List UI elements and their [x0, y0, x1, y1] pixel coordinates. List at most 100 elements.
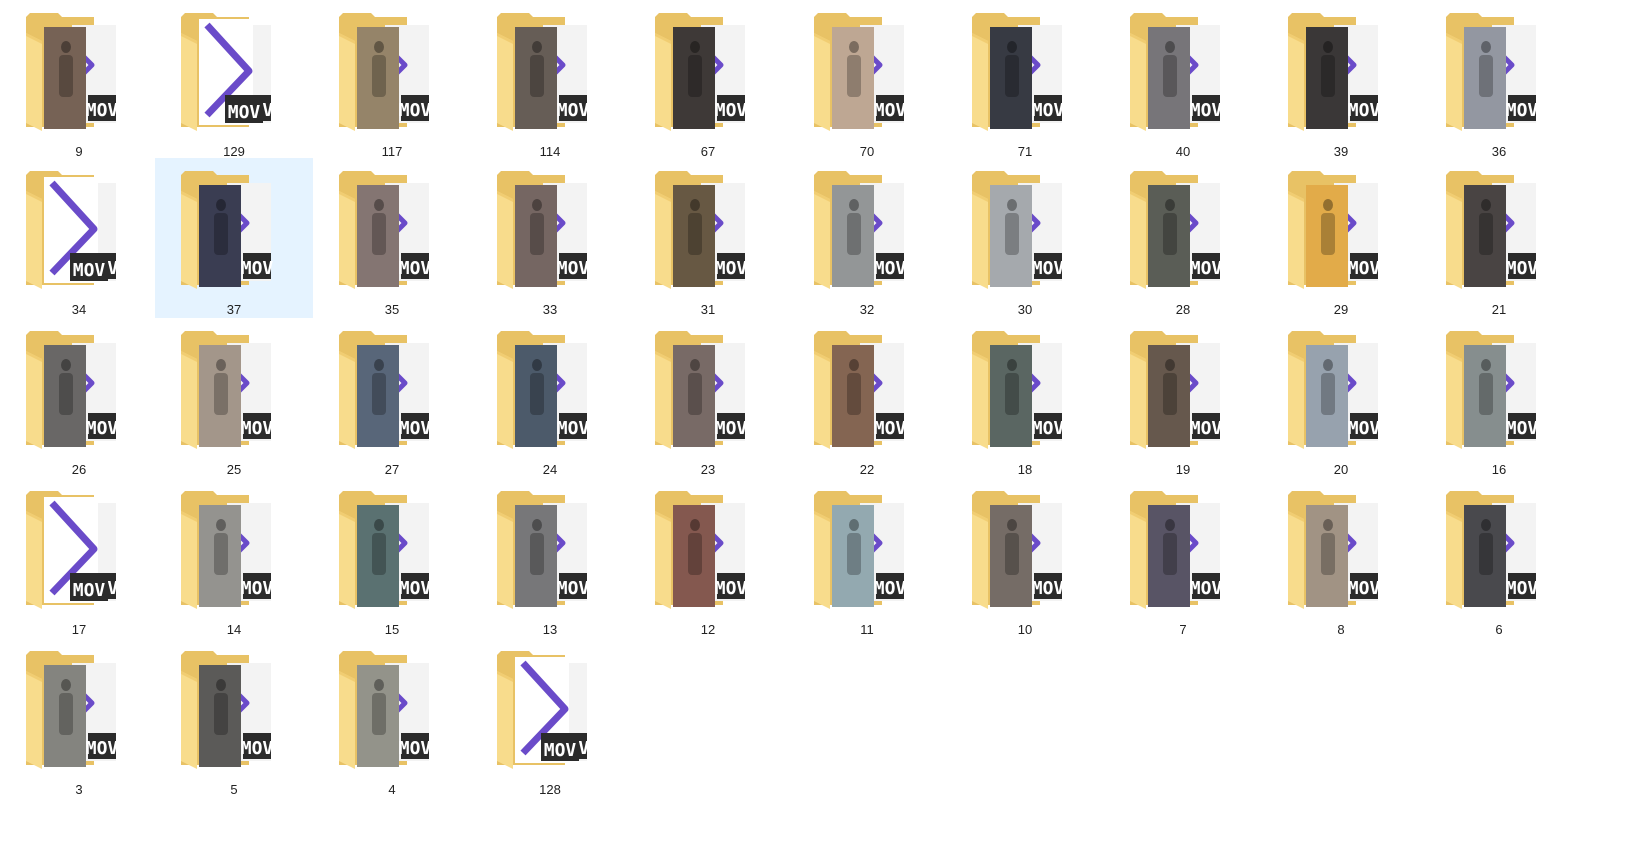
- folder-icon: MOV: [1128, 11, 1228, 131]
- svg-text:MOV: MOV: [399, 418, 432, 439]
- folder-item[interactable]: MOV 27: [313, 318, 471, 478]
- folder-icon: MOVMOV: [24, 489, 124, 609]
- folder-name: 33: [542, 302, 558, 317]
- folder-item[interactable]: MOV 19: [1104, 318, 1262, 478]
- video-thumbnail: [199, 185, 241, 287]
- folder-icon: MOV: [495, 169, 595, 289]
- folder-item[interactable]: MOV 30: [946, 158, 1104, 318]
- svg-text:MOV: MOV: [241, 738, 274, 759]
- folder-item[interactable]: MOV 18: [946, 318, 1104, 478]
- folder-name: 13: [542, 622, 558, 637]
- svg-text:MOV: MOV: [1348, 258, 1381, 279]
- folder-item[interactable]: MOV 29: [1262, 158, 1420, 318]
- folder-icon: MOV: [495, 489, 595, 609]
- mov-badge: MOV: [1190, 413, 1222, 439]
- svg-text:MOV: MOV: [715, 258, 748, 279]
- svg-text:MOV: MOV: [1506, 100, 1539, 121]
- folder-item[interactable]: MOV 35: [313, 158, 471, 318]
- folder-item[interactable]: MOV 114: [471, 0, 629, 160]
- folder-item[interactable]: MOV 117: [313, 0, 471, 160]
- svg-text:MOV: MOV: [715, 418, 748, 439]
- video-thumbnail: [832, 27, 874, 129]
- svg-text:MOV: MOV: [557, 578, 590, 599]
- folder-item[interactable]: MOV 13: [471, 478, 629, 638]
- folder-icon: MOV: [1444, 489, 1544, 609]
- folder-icon: MOV: [812, 169, 912, 289]
- folder-item[interactable]: MOV 11: [788, 478, 946, 638]
- mov-badge: MOV: [1032, 573, 1064, 599]
- folder-name: 10: [1017, 622, 1033, 637]
- folder-item[interactable]: MOV 6: [1420, 478, 1578, 638]
- folder-item[interactable]: MOVMOV 17: [0, 478, 158, 638]
- folder-item[interactable]: MOV 7: [1104, 478, 1262, 638]
- folder-name: 8: [1337, 622, 1345, 637]
- folder-item[interactable]: MOV 14: [155, 478, 313, 638]
- folder-item[interactable]: MOV 10: [946, 478, 1104, 638]
- folder-item[interactable]: MOV 25: [155, 318, 313, 478]
- video-thumbnail: [1306, 345, 1348, 447]
- folder-item[interactable]: MOV 3: [0, 638, 158, 798]
- folder-name: 35: [384, 302, 400, 317]
- folder-icon: MOV: [24, 649, 124, 769]
- folder-item[interactable]: MOV 24: [471, 318, 629, 478]
- folder-item[interactable]: MOV 23: [629, 318, 787, 478]
- svg-text:MOV: MOV: [228, 102, 261, 123]
- folder-name: 3: [75, 782, 83, 797]
- folder-icon: MOV: [1286, 169, 1386, 289]
- folder-item[interactable]: MOV 26: [0, 318, 158, 478]
- video-thumbnail: [673, 27, 715, 129]
- svg-text:MOV: MOV: [544, 740, 577, 761]
- svg-text:MOV: MOV: [874, 418, 907, 439]
- svg-text:MOV: MOV: [557, 100, 590, 121]
- folder-item[interactable]: MOV 5: [155, 638, 313, 798]
- folder-item[interactable]: MOV 67: [629, 0, 787, 160]
- folder-name: 19: [1175, 462, 1191, 477]
- folder-icon: MOVMOV: [179, 11, 279, 131]
- folder-name: 25: [226, 462, 242, 477]
- folder-item[interactable]: MOV 36: [1420, 0, 1578, 160]
- folder-item[interactable]: MOV 16: [1420, 318, 1578, 478]
- mov-badge: MOV: [1506, 573, 1538, 599]
- folder-item[interactable]: MOV 33: [471, 158, 629, 318]
- video-thumbnail: [1464, 185, 1506, 287]
- video-thumbnail: [357, 27, 399, 129]
- folder-item[interactable]: MOV 39: [1262, 0, 1420, 160]
- folder-name: 7: [1179, 622, 1187, 637]
- folder-name: 31: [700, 302, 716, 317]
- folder-item[interactable]: MOV 12: [629, 478, 787, 638]
- folder-item[interactable]: MOV 31: [629, 158, 787, 318]
- folder-name: 34: [71, 302, 87, 317]
- folder-item[interactable]: MOV 15: [313, 478, 471, 638]
- folder-name: 23: [700, 462, 716, 477]
- folder-item[interactable]: MOV 37: [155, 158, 313, 318]
- folder-item[interactable]: MOVMOV129: [155, 0, 313, 160]
- video-thumbnail: [832, 345, 874, 447]
- folder-icon: MOV: [970, 489, 1070, 609]
- mov-badge: MOV: [86, 95, 118, 121]
- folder-item[interactable]: MOV 4: [313, 638, 471, 798]
- mov-badge: MOV: [874, 253, 906, 279]
- folder-item[interactable]: MOV 32: [788, 158, 946, 318]
- folder-item[interactable]: MOV 21: [1420, 158, 1578, 318]
- folder-item[interactable]: MOV 9: [0, 0, 158, 160]
- folder-item[interactable]: MOV 8: [1262, 478, 1420, 638]
- folder-name: 6: [1495, 622, 1503, 637]
- svg-text:MOV: MOV: [1190, 100, 1223, 121]
- folder-name: 12: [700, 622, 716, 637]
- folder-item[interactable]: MOV 70: [788, 0, 946, 160]
- folder-item[interactable]: MOVMOV 34: [0, 158, 158, 318]
- folder-item[interactable]: MOV 40: [1104, 0, 1262, 160]
- folder-item[interactable]: MOV 71: [946, 0, 1104, 160]
- folder-item[interactable]: MOV 22: [788, 318, 946, 478]
- video-thumbnail: [44, 345, 86, 447]
- folder-name: 16: [1491, 462, 1507, 477]
- folder-name: 11: [860, 622, 874, 637]
- folder-icon: MOV: [337, 649, 437, 769]
- folder-icon: MOV: [1286, 489, 1386, 609]
- folder-item[interactable]: MOVMOV 128: [471, 638, 629, 798]
- svg-text:MOV: MOV: [241, 578, 274, 599]
- folder-icon: MOV: [179, 169, 279, 289]
- folder-item[interactable]: MOV 28: [1104, 158, 1262, 318]
- folder-item[interactable]: MOV 20: [1262, 318, 1420, 478]
- folder-icon: MOV: [337, 169, 437, 289]
